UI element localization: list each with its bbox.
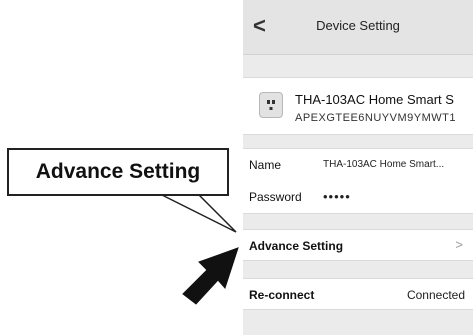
- callout-text: Advance Setting: [35, 160, 201, 183]
- callout-tail: [159, 193, 237, 233]
- pointer-arrow-icon: [182, 247, 239, 305]
- callout-box: Advance Setting: [7, 148, 229, 196]
